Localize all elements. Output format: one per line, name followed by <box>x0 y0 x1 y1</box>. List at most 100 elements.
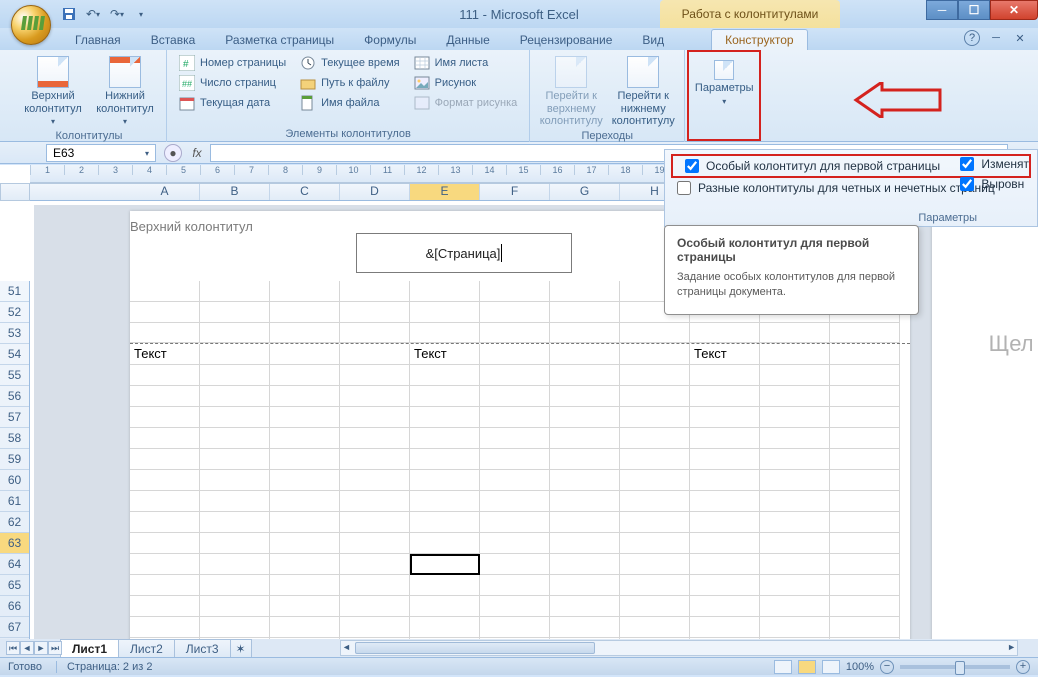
page-number-button[interactable]: #Номер страницы <box>175 54 290 72</box>
window-minimize-button[interactable]: ─ <box>926 0 958 20</box>
cell[interactable] <box>690 575 760 596</box>
cell[interactable] <box>480 365 550 386</box>
header-button[interactable]: Верхний колонтитул▾ <box>20 54 86 128</box>
cell[interactable] <box>550 302 620 323</box>
cell[interactable] <box>130 428 200 449</box>
row-head-67[interactable]: 67 <box>0 617 29 638</box>
cell[interactable] <box>620 554 690 575</box>
sheet-nav-buttons[interactable]: ⏮◄►⏭ <box>6 641 62 655</box>
qat-customize-icon[interactable]: ▾ <box>132 6 150 24</box>
name-box[interactable]: E63▾ <box>46 144 156 162</box>
cell[interactable] <box>690 428 760 449</box>
cell[interactable] <box>130 281 200 302</box>
cell[interactable] <box>690 512 760 533</box>
option-first-page-checkbox[interactable] <box>685 159 699 173</box>
cell[interactable] <box>620 323 690 343</box>
option-align[interactable]: Выровн <box>956 174 1033 194</box>
file-name-button[interactable]: Имя файла <box>296 94 403 112</box>
cell[interactable] <box>200 512 270 533</box>
cell[interactable] <box>340 302 410 323</box>
cell[interactable] <box>130 470 200 491</box>
cell[interactable] <box>200 323 270 343</box>
cell[interactable] <box>130 554 200 575</box>
qat-save-icon[interactable] <box>60 5 78 23</box>
cell[interactable] <box>550 491 620 512</box>
cell[interactable] <box>480 428 550 449</box>
cell[interactable] <box>620 470 690 491</box>
cell[interactable] <box>200 407 270 428</box>
cell[interactable] <box>410 386 480 407</box>
cell[interactable] <box>830 365 900 386</box>
sheet-tab-1[interactable]: Лист1 <box>60 639 119 658</box>
cell[interactable] <box>620 365 690 386</box>
cell[interactable] <box>690 449 760 470</box>
qat-redo-icon[interactable]: ↷▾ <box>108 5 126 23</box>
cell[interactable] <box>830 491 900 512</box>
cell[interactable] <box>480 617 550 638</box>
cell[interactable] <box>270 491 340 512</box>
cell[interactable] <box>270 596 340 617</box>
cell[interactable] <box>200 491 270 512</box>
cancel-formula-icon[interactable]: ● <box>164 144 182 162</box>
cell[interactable] <box>480 596 550 617</box>
cell[interactable] <box>480 344 550 365</box>
fx-icon[interactable]: fx <box>188 144 206 162</box>
row-head-63[interactable]: 63 <box>0 533 29 554</box>
zoom-in-button[interactable]: + <box>1016 660 1030 674</box>
cell[interactable] <box>830 575 900 596</box>
cell[interactable] <box>760 344 830 365</box>
qat-undo-icon[interactable]: ↶▾ <box>84 5 102 23</box>
cell[interactable] <box>620 617 690 638</box>
cell[interactable] <box>620 533 690 554</box>
tab-design[interactable]: Конструктор <box>711 29 807 50</box>
cell[interactable] <box>760 428 830 449</box>
cell[interactable] <box>550 386 620 407</box>
cell[interactable] <box>620 596 690 617</box>
cell[interactable] <box>760 512 830 533</box>
cell[interactable] <box>270 386 340 407</box>
cell[interactable] <box>760 323 830 343</box>
cell[interactable] <box>760 407 830 428</box>
cell[interactable] <box>480 386 550 407</box>
cell[interactable] <box>270 365 340 386</box>
cell[interactable] <box>200 554 270 575</box>
view-layout-button[interactable] <box>798 660 816 674</box>
cell[interactable] <box>830 449 900 470</box>
row-head-62[interactable]: 62 <box>0 512 29 533</box>
cell[interactable] <box>340 533 410 554</box>
options-button[interactable]: Параметры▾ <box>691 54 757 107</box>
cell[interactable] <box>550 344 620 365</box>
col-head-F[interactable]: F <box>480 184 550 200</box>
cell[interactable] <box>690 470 760 491</box>
cell[interactable] <box>410 533 480 554</box>
cell[interactable] <box>410 512 480 533</box>
cell[interactable] <box>830 470 900 491</box>
next-page-hint[interactable]: Щелкн <box>932 211 1032 639</box>
row-head-66[interactable]: 66 <box>0 596 29 617</box>
cell[interactable]: Текст <box>130 344 200 365</box>
cell[interactable] <box>270 407 340 428</box>
option-odd-even-checkbox[interactable] <box>677 181 691 195</box>
cell[interactable] <box>550 575 620 596</box>
cell[interactable] <box>200 449 270 470</box>
new-sheet-button[interactable]: ✶ <box>230 639 252 658</box>
cell[interactable] <box>830 512 900 533</box>
cell[interactable] <box>410 449 480 470</box>
cell[interactable] <box>270 344 340 365</box>
cell[interactable] <box>270 449 340 470</box>
office-button[interactable] <box>11 5 51 45</box>
option-resize[interactable]: Изменят <box>956 154 1033 174</box>
cell[interactable] <box>550 554 620 575</box>
cell[interactable] <box>480 302 550 323</box>
cell[interactable] <box>200 365 270 386</box>
cell[interactable] <box>830 617 900 638</box>
cell[interactable] <box>480 407 550 428</box>
cell[interactable] <box>550 596 620 617</box>
cell[interactable] <box>550 512 620 533</box>
current-time-button[interactable]: Текущее время <box>296 54 403 72</box>
cell[interactable] <box>830 554 900 575</box>
col-head-B[interactable]: B <box>200 184 270 200</box>
cell[interactable] <box>200 470 270 491</box>
row-head-51[interactable]: 51 <box>0 281 29 302</box>
cell[interactable] <box>760 386 830 407</box>
